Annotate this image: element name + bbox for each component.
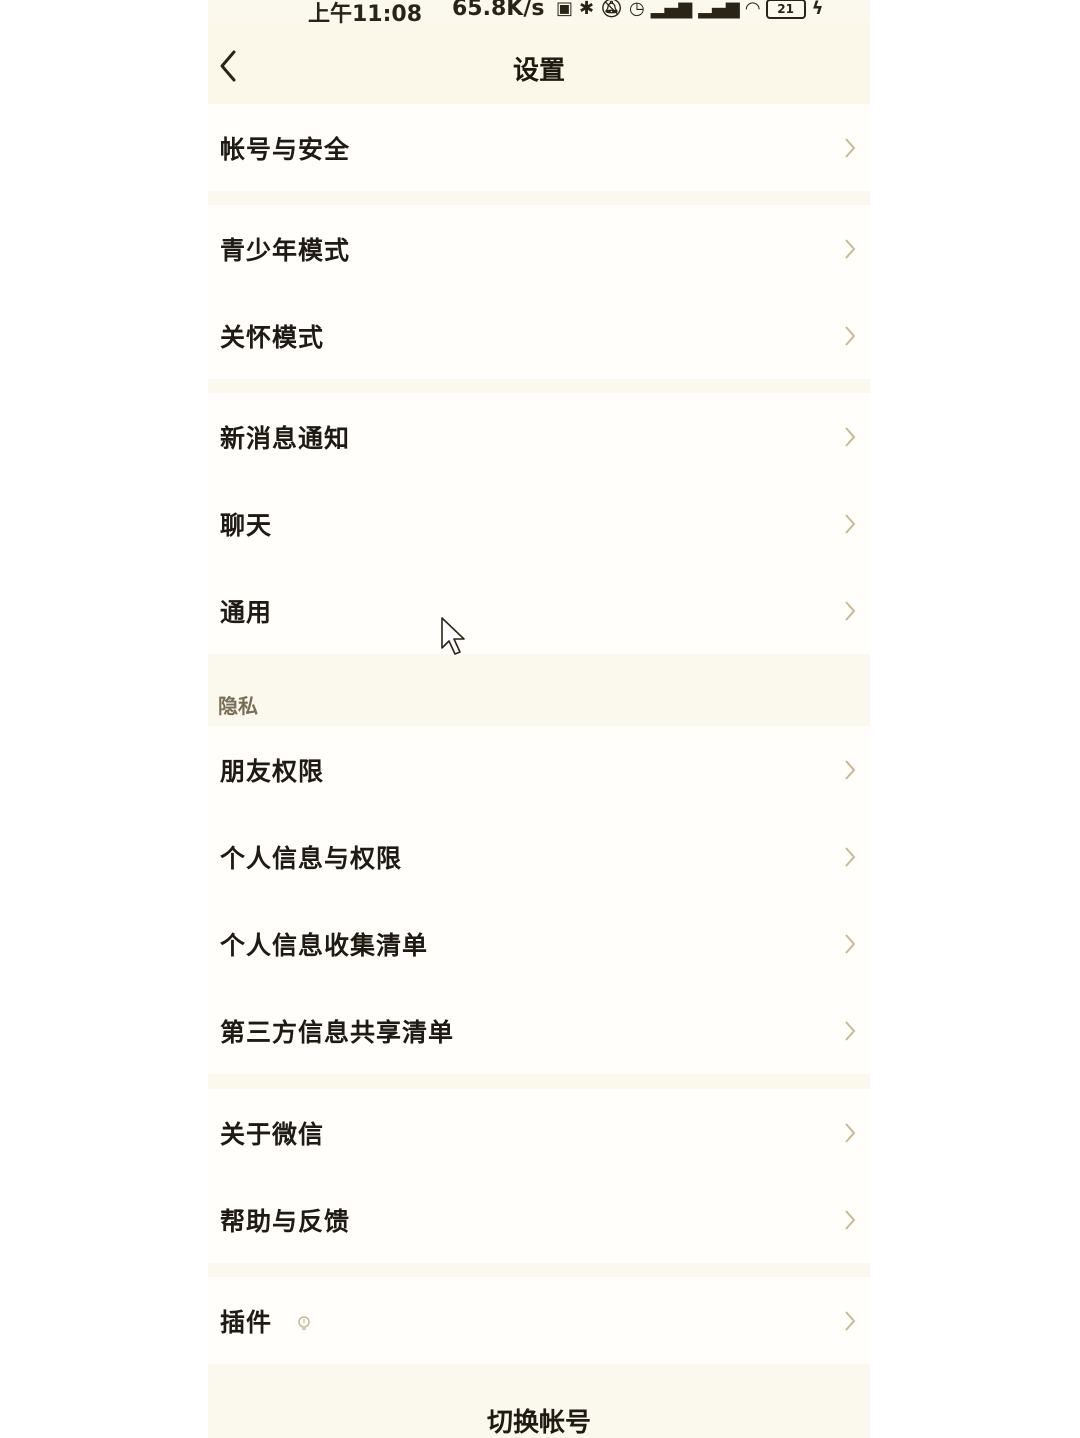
settings-item-label: 第三方信息共享清单 (220, 1017, 455, 1047)
alarm-icon: ◷ (628, 0, 645, 19)
chevron-right-icon (845, 1122, 856, 1143)
settings-item-care-mode[interactable]: 关怀模式 (208, 292, 870, 379)
chevron-right-icon (845, 513, 856, 534)
group-privacy: 朋友权限 个人信息与权限 个人信息收集清单 第三方信息共享清单 (208, 726, 870, 1074)
section-label-privacy: 隐私 (218, 694, 258, 718)
settings-item-label: 青少年模式 (220, 235, 351, 265)
signal-icon-2: ▂▄▆ (698, 0, 740, 19)
group-general: 新消息通知 聊天 通用 (208, 393, 870, 654)
chevron-right-icon (845, 325, 856, 346)
chevron-right-icon (845, 846, 856, 867)
settings-item-label: 朋友权限 (220, 756, 325, 786)
nfc-icon: ▣ (556, 0, 574, 19)
signal-icon: ▂▄▆ (650, 0, 693, 19)
settings-item-label: 关于微信 (220, 1119, 325, 1149)
chevron-right-icon (845, 426, 856, 447)
network-speed: 65.8K/s (452, 0, 545, 21)
settings-item-label: 帐号与安全 (220, 134, 351, 164)
group-plugins: 插件 (208, 1277, 870, 1364)
status-icons: ▣ ✱ 🔕︎ ◷ ▂▄▆ ▂▄▆ ◠ 21 ϟ (556, 0, 823, 20)
battery-icon: 21 (765, 0, 806, 19)
settings-item-personal-info-permissions[interactable]: 个人信息与权限 (208, 813, 870, 900)
chevron-right-icon (845, 1020, 856, 1041)
chevron-right-icon (845, 238, 856, 259)
chevron-right-icon (845, 1209, 856, 1230)
wifi-icon: ◠ (745, 0, 760, 19)
charging-icon: ϟ (811, 0, 824, 19)
settings-item-label: 聊天 (220, 510, 273, 540)
settings-item-teen-mode[interactable]: 青少年模式 (208, 205, 870, 292)
switch-account-button[interactable]: 切换帐号 (208, 1402, 870, 1438)
chevron-right-icon (845, 759, 856, 780)
settings-screen: 上午11:08 65.8K/s ▣ ✱ 🔕︎ ◷ ▂▄▆ ▂▄▆ ◠ 21 ϟ … (208, 0, 870, 1438)
chevron-right-icon (845, 137, 856, 158)
settings-item-friend-permissions[interactable]: 朋友权限 (208, 726, 870, 813)
page-title: 设置 (512, 56, 565, 86)
chevron-right-icon (845, 600, 856, 621)
settings-item-plugins[interactable]: 插件 (208, 1277, 870, 1364)
settings-item-label: 个人信息收集清单 (220, 930, 429, 960)
settings-item-label: 个人信息与权限 (220, 843, 403, 873)
chevron-right-icon (845, 1310, 856, 1331)
settings-item-label: 插件 (220, 1303, 312, 1339)
settings-item-label: 通用 (220, 597, 273, 627)
settings-item-chat[interactable]: 聊天 (208, 480, 870, 567)
settings-item-label: 新消息通知 (220, 423, 351, 453)
chevron-right-icon (845, 933, 856, 954)
mouse-cursor-icon (441, 617, 465, 655)
settings-item-notifications[interactable]: 新消息通知 (208, 393, 870, 480)
group-account: 帐号与安全 (208, 104, 870, 191)
status-bar: 上午11:08 65.8K/s ▣ ✱ 🔕︎ ◷ ▂▄▆ ▂▄▆ ◠ 21 ϟ (208, 0, 870, 27)
plugins-label: 插件 (220, 1307, 273, 1337)
bluetooth-icon: ✱ (579, 0, 595, 19)
settings-item-label: 帮助与反馈 (220, 1206, 351, 1236)
lightbulb-icon (297, 1315, 310, 1330)
settings-item-general[interactable]: 通用 (208, 567, 870, 654)
group-about: 关于微信 帮助与反馈 (208, 1089, 870, 1263)
group-modes: 青少年模式 关怀模式 (208, 205, 870, 379)
settings-item-personal-info-list[interactable]: 个人信息收集清单 (208, 900, 870, 987)
nav-bar: 设置 (208, 24, 870, 104)
settings-item-label: 关怀模式 (220, 322, 325, 352)
settings-item-help-feedback[interactable]: 帮助与反馈 (208, 1176, 870, 1263)
settings-item-about[interactable]: 关于微信 (208, 1089, 870, 1176)
settings-item-third-party-list[interactable]: 第三方信息共享清单 (208, 987, 870, 1074)
settings-item-account-security[interactable]: 帐号与安全 (208, 104, 870, 191)
mute-bell-icon: 🔕︎ (600, 0, 623, 19)
